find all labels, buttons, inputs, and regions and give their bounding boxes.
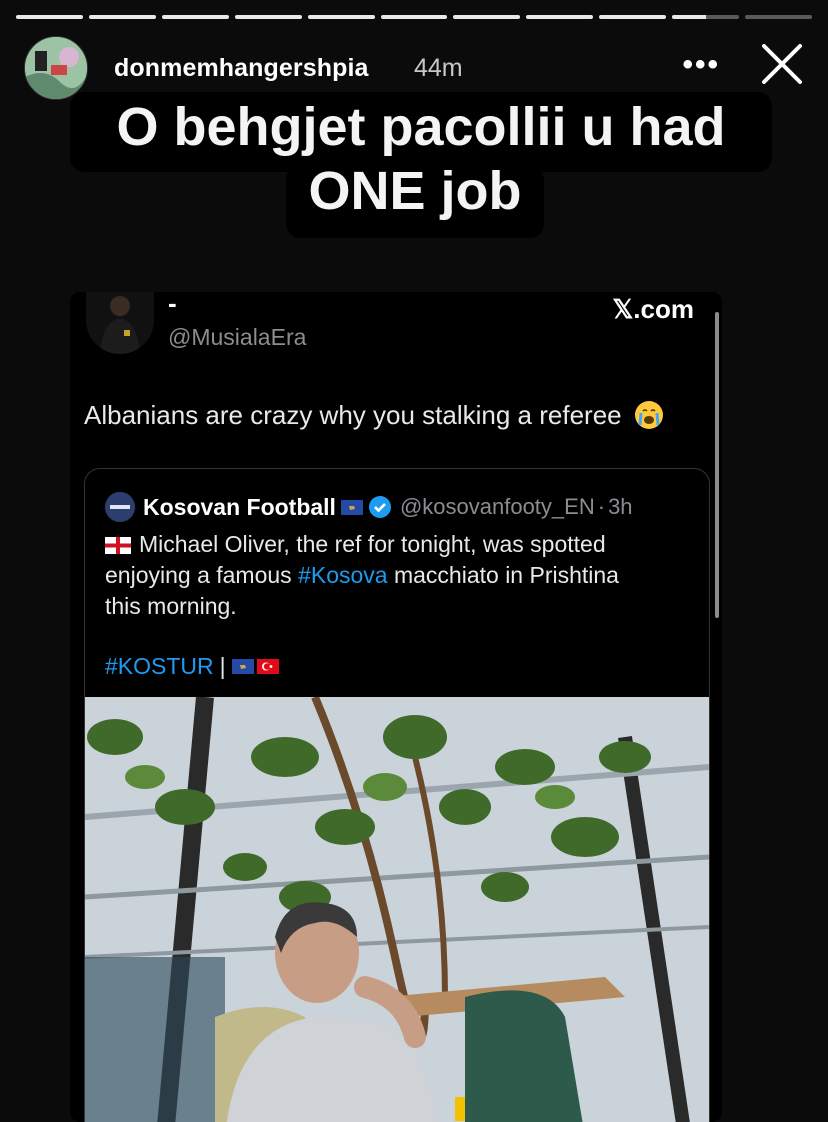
story-progress-segment [672,15,740,19]
kosovan-football-logo[interactable] [105,492,135,522]
quoted-text-line-1: Michael Oliver, the ref for tonight, was… [139,531,606,557]
story-progress-segment [526,15,594,19]
story-caption-line-2: ONE job [308,161,522,221]
story-caption-bg-2: ONE job [286,161,544,238]
tweet-author-name[interactable]: - [168,292,177,319]
quoted-tweet-text: Michael Oliver, the ref for tonight, was… [105,529,695,622]
hashtag-kosova-link[interactable]: #Kosova [298,562,388,588]
story-progress-segment [745,15,812,19]
story-progress-bar [16,15,812,19]
quoted-tweet[interactable]: Kosovan Football @kosovanfooty_EN · 3h M… [84,468,710,1122]
quoted-text-line-2-pre: enjoying a famous [105,562,299,588]
story-progress-segment [380,15,448,19]
story-progress-fill [672,15,706,19]
hashtag-kostur-link[interactable]: #KOSTUR [105,653,214,680]
story-progress-segment [453,15,521,19]
story-progress-segment [234,15,302,19]
tweet-author-avatar[interactable] [86,292,154,354]
quoted-text-line-3: this morning. [105,593,237,619]
story-header: donmemhangershpia 44m ••• [24,36,804,100]
story-progress-segment [307,15,375,19]
tweet-card[interactable]: - @MusialaEra 𝕏.com Albanians are crazy … [70,292,722,1122]
kosovo-flag-icon-2 [231,659,254,674]
avatar[interactable] [24,36,88,100]
turkey-flag-icon [256,659,279,674]
story-progress-segment [88,15,156,19]
quoted-tweet-header: Kosovan Football @kosovanfooty_EN · 3h [105,491,633,523]
verified-badge-icon [368,496,391,518]
quoted-author-handle[interactable]: @kosovanfooty_EN [400,494,595,520]
kosovo-flag-icon [340,499,363,515]
story-caption-line-1: O behgjet pacollii u had [116,97,726,157]
quoted-tweet-tags: #KOSTUR | [105,653,279,680]
quoted-author-name[interactable]: Kosovan Football [143,494,336,521]
story-username[interactable]: donmemhangershpia [114,54,369,83]
cafe-photo[interactable] [85,697,709,1122]
close-icon[interactable] [760,42,804,86]
england-flag-icon [105,537,131,554]
x-com-label[interactable]: 𝕏.com [612,294,694,325]
tags-separator: | [219,653,226,679]
scrollbar[interactable] [715,312,719,618]
quoted-text-line-2-post: macchiato in Prishtina [387,562,619,588]
tweet-text-content: Albanians are crazy why you stalking a r… [84,400,622,430]
story-progress-segment [16,15,83,19]
quoted-tweet-time: 3h [608,494,633,519]
story-progress-segment [599,15,667,19]
crying-face-icon [634,401,663,429]
tweet-author-handle[interactable]: @MusialaEra [168,324,306,351]
story-progress-segment [161,15,229,19]
tweet-text: Albanians are crazy why you stalking a r… [84,400,663,431]
meta-separator: · [597,494,606,519]
more-options-icon[interactable]: ••• [682,48,720,82]
story-timestamp: 44m [414,54,463,82]
